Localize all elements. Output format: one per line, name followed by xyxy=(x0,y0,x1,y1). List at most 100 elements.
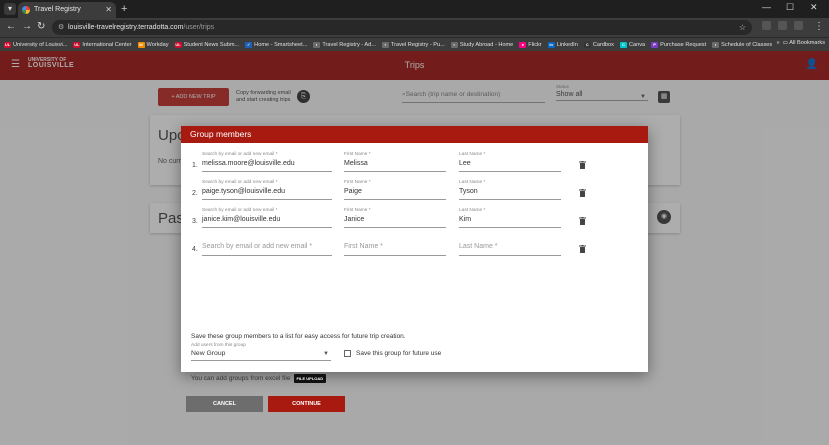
trash-icon[interactable] xyxy=(579,245,586,253)
email-field[interactable]: Search by email or add new email * paige.… xyxy=(202,179,332,200)
profile-icon[interactable] xyxy=(794,21,803,30)
trash-icon[interactable] xyxy=(579,217,586,225)
browser-tab-strip: ▾ Travel Registry ✕ + — ☐ ✕ xyxy=(0,0,829,18)
url-host: louisville-travelregistry.terradotta.com xyxy=(68,24,184,31)
bookmark-favicon-icon: ◐ xyxy=(381,41,389,48)
bookmark-favicon-icon: C xyxy=(619,41,627,48)
save-group-checkbox[interactable]: Save this group for future use xyxy=(344,350,441,357)
bookmark-item[interactable]: C Cardbox xyxy=(583,41,614,48)
row-number: 2. xyxy=(192,190,198,197)
first-name-field-label: First Name * xyxy=(344,208,371,213)
row-number: 4. xyxy=(192,246,198,253)
address-bar[interactable]: ⚙ louisville-travelregistry.terradotta.c… xyxy=(52,20,752,35)
new-tab-button[interactable]: + xyxy=(121,2,127,16)
bookmark-item[interactable]: ◐ Travel Registry - Pu... xyxy=(381,41,445,48)
first-name-field-label: First Name * xyxy=(344,180,371,185)
file-upload-button[interactable]: FILE UPLOAD xyxy=(293,374,327,383)
bookmark-label: Flickr xyxy=(528,41,542,48)
minimize-icon[interactable]: — xyxy=(762,2,771,12)
close-tab-icon[interactable]: ✕ xyxy=(105,2,112,18)
browser-tab[interactable]: Travel Registry ✕ xyxy=(18,2,116,18)
dialog-title: Group members xyxy=(181,126,648,143)
more-menu-icon[interactable]: ⋮ xyxy=(814,21,824,33)
bookmarks-bar: UL University of Louisvi... UL Internationa… xyxy=(0,37,829,51)
bookmark-favicon-icon: ◐ xyxy=(313,41,321,48)
bookmark-label: Cardbox xyxy=(592,41,614,48)
reload-icon[interactable]: ↻ xyxy=(37,21,45,33)
email-field[interactable]: Search by email or add new email * xyxy=(202,235,332,256)
bookmark-favicon-icon: P xyxy=(651,41,659,48)
last-name-field[interactable]: Last Name * xyxy=(459,235,561,256)
bookmark-label: Purchase Request xyxy=(660,41,707,48)
first-name-field[interactable]: First Name * Janice xyxy=(344,207,446,228)
bookmark-favicon-icon: W xyxy=(137,41,145,48)
close-window-icon[interactable]: ✕ xyxy=(810,2,818,13)
app-page: ☰ UNIVERSITY OF LOUISVILLE Trips 👤 + ADD… xyxy=(0,51,829,445)
group-member-row: 1. Search by email or add new email * meli… xyxy=(181,151,648,175)
bookmark-label: Student News Subm... xyxy=(183,41,240,48)
group-select-value: New Group xyxy=(191,348,331,361)
first-name-field-value: Janice xyxy=(344,216,365,223)
bookmark-favicon-icon: in xyxy=(547,41,555,48)
bookmark-label: Workday xyxy=(146,41,169,48)
group-select[interactable]: Add users from this group New Group ▼ xyxy=(191,343,331,361)
bookmark-item[interactable]: UL University of Louisvi... xyxy=(4,41,67,48)
back-icon[interactable]: ← xyxy=(6,21,16,33)
email-field-value: janice.kim@louisville.edu xyxy=(202,216,281,223)
last-name-field-value: Lee xyxy=(459,160,471,167)
bookmark-favicon-icon: ✓ xyxy=(245,41,253,48)
continue-button[interactable]: CONTINUE xyxy=(268,396,345,412)
email-field-value: paige.tyson@louisville.edu xyxy=(202,188,285,195)
email-field[interactable]: Search by email or add new email * meliss… xyxy=(202,151,332,172)
last-name-field[interactable]: Last Name * Tyson xyxy=(459,179,561,200)
bookmark-favicon-icon: UL xyxy=(4,41,11,48)
bookmark-label: International Center xyxy=(82,41,132,48)
extension-icon[interactable] xyxy=(762,21,771,30)
trash-icon[interactable] xyxy=(579,189,586,197)
first-name-field[interactable]: First Name * Paige xyxy=(344,179,446,200)
first-name-field-label: First Name * xyxy=(344,152,371,157)
bookmark-item[interactable]: UL International Center xyxy=(73,41,132,48)
bookmark-star-icon[interactable]: ☆ xyxy=(739,20,746,35)
first-name-field[interactable]: First Name * Melissa xyxy=(344,151,446,172)
last-name-field[interactable]: Last Name * Lee xyxy=(459,151,561,172)
email-field-value: Search by email or add new email * xyxy=(202,243,313,250)
bookmark-item[interactable]: ◐ Study Abroad - Home xyxy=(450,41,514,48)
bookmark-item[interactable]: P Purchase Request xyxy=(651,41,707,48)
bookmark-item[interactable]: C Canva xyxy=(619,41,646,48)
bookmark-item[interactable]: ● Flickr xyxy=(519,41,542,48)
bookmark-favicon-icon: ● xyxy=(519,41,527,48)
bookmark-item[interactable]: W Workday xyxy=(137,41,169,48)
first-name-field[interactable]: First Name * xyxy=(344,235,446,256)
bookmark-item[interactable]: ◐ Schedule of Classes xyxy=(712,41,773,48)
bookmark-label: Schedule of Classes xyxy=(721,41,773,48)
last-name-field[interactable]: Last Name * Kim xyxy=(459,207,561,228)
maximize-icon[interactable]: ☐ xyxy=(786,2,794,13)
bookmark-favicon-icon: ◐ xyxy=(450,41,458,48)
first-name-field-value: Paige xyxy=(344,188,362,195)
bookmark-favicon-icon: C xyxy=(583,41,591,48)
site-info-icon[interactable]: ⚙ xyxy=(58,20,64,35)
bookmark-label: Study Abroad - Home xyxy=(459,41,514,48)
last-name-field-value: Last Name * xyxy=(459,243,498,250)
first-name-field-value: First Name * xyxy=(344,243,383,250)
bookmark-item[interactable]: ✓ Home - Smartsheet... xyxy=(245,41,308,48)
bookmark-item[interactable]: ◐ Travel Registry - Ad... xyxy=(313,41,376,48)
last-name-field-label: Last Name * xyxy=(459,208,486,213)
trash-icon[interactable] xyxy=(579,161,586,169)
url-path: /user/trips xyxy=(183,24,215,31)
bookmark-label: Canva xyxy=(628,41,646,48)
bookmark-label: Home - Smartsheet... xyxy=(254,41,308,48)
checkbox-icon[interactable] xyxy=(344,350,351,357)
forward-icon[interactable]: → xyxy=(22,21,32,33)
tab-search-button[interactable]: ▾ xyxy=(4,3,16,15)
last-name-field-label: Last Name * xyxy=(459,152,486,157)
side-panel-icon[interactable] xyxy=(778,21,787,30)
bookmark-item[interactable]: in LinkedIn xyxy=(547,41,578,48)
cancel-button[interactable]: CANCEL xyxy=(186,396,263,412)
first-name-field-value: Melissa xyxy=(344,160,368,167)
all-bookmarks-button[interactable]: » ▭ All Bookmarks xyxy=(776,40,825,46)
email-field-label: Search by email or add new email * xyxy=(202,180,278,185)
email-field[interactable]: Search by email or add new email * janice… xyxy=(202,207,332,228)
bookmark-item[interactable]: UL Student News Subm... xyxy=(174,41,240,48)
